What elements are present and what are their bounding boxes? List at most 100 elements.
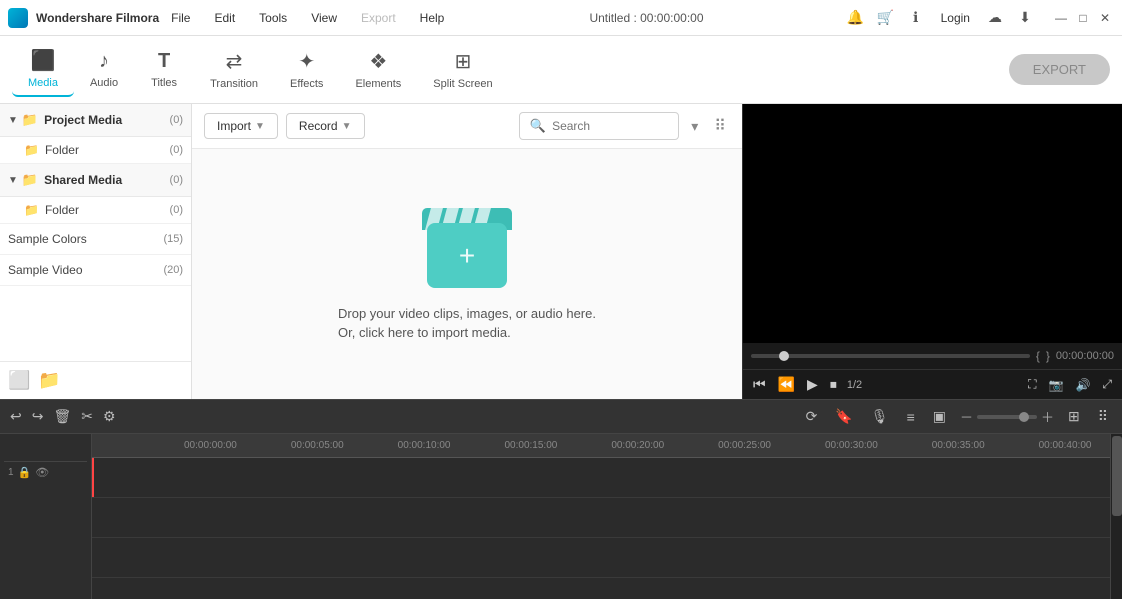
menu-edit[interactable]: Edit — [210, 9, 239, 27]
title-bar-left: Wondershare Filmora File Edit Tools View… — [8, 8, 448, 28]
menu-tools[interactable]: Tools — [255, 9, 291, 27]
login-button[interactable]: Login — [935, 9, 976, 27]
ruler-mark: 00:00:05:00 — [291, 440, 344, 451]
search-input[interactable] — [552, 119, 668, 133]
sidebar-item-project-folder[interactable]: 📁 Folder (0) — [0, 137, 191, 164]
main-area: ▼ 📁 Project Media (0) 📁 Folder (0) ▼ 📁 S… — [0, 104, 1122, 399]
volume-button[interactable]: 🔊 — [1073, 376, 1092, 394]
toolbar-effects-label: Effects — [290, 78, 323, 90]
timeline-tracks — [92, 458, 1110, 599]
toolbar-audio-label: Audio — [90, 77, 118, 89]
track-row-3 — [92, 538, 1110, 578]
undo-button[interactable]: ↩ — [10, 408, 22, 425]
playhead — [92, 458, 94, 497]
toolbar-audio[interactable]: ♪ Audio — [74, 44, 134, 95]
transition-icon: ⇄ — [226, 49, 243, 74]
minimize-button[interactable]: — — [1052, 9, 1070, 27]
screenshot-button[interactable]: 📷 — [1046, 376, 1065, 394]
sidebar-item-sample-video[interactable]: Sample Video (20) — [0, 255, 191, 286]
zoom-slider[interactable] — [977, 415, 1037, 419]
toolbar-splitscreen[interactable]: ⊞ Split Screen — [417, 43, 508, 96]
toolbar-transition[interactable]: ⇄ Transition — [194, 43, 274, 96]
play-button[interactable]: ▶ — [805, 374, 820, 395]
drag-handle[interactable]: ⠿ — [1094, 406, 1112, 427]
drop-zone[interactable]: + Drop your video clips, images, or audi… — [192, 149, 742, 399]
fit-timeline-button[interactable]: ⊞ — [1064, 406, 1084, 427]
toolbar-media[interactable]: ⬛ Media — [12, 42, 74, 97]
track-row-2 — [92, 498, 1110, 538]
toolbar-transition-label: Transition — [210, 78, 258, 90]
import-label: Import — [217, 119, 251, 133]
export-button[interactable]: EXPORT — [1009, 54, 1110, 85]
zoom-thumb[interactable] — [1019, 412, 1029, 422]
info-icon[interactable]: ℹ — [905, 7, 927, 29]
cloud-icon[interactable]: ☁ — [984, 7, 1006, 29]
speed-selector[interactable]: 1/2 — [847, 379, 862, 391]
maximize-button[interactable]: □ — [1074, 9, 1092, 27]
menu-file[interactable]: File — [167, 9, 194, 27]
toolbar-effects[interactable]: ✦ Effects — [274, 43, 339, 96]
titles-icon: T — [158, 50, 170, 73]
step-back-button[interactable]: ⏪ — [776, 374, 797, 395]
segment-icon[interactable]: ≡ — [903, 407, 919, 427]
notification-icon[interactable]: 🔔 — [845, 7, 867, 29]
redo-button[interactable]: ↪ — [32, 408, 44, 425]
preview-progress-bar[interactable] — [751, 354, 1030, 358]
menu-help[interactable]: Help — [416, 9, 449, 27]
timeline-toolbar: ↩ ↪ 🗑 ✂ ⚙ ⟳ 🔖 🎙 ≡ ▣ － ＋ ⊞ ⠿ — [0, 399, 1122, 434]
drop-text-line1: Drop your video clips, images, or audio … — [338, 304, 596, 325]
record-dropdown[interactable]: Record ▼ — [286, 113, 365, 139]
stop-button[interactable]: ⏹ — [828, 374, 839, 395]
record-label: Record — [299, 119, 338, 133]
app-name: Wondershare Filmora — [36, 11, 159, 25]
filter-icon[interactable]: ▾ — [687, 114, 702, 139]
bookmark-icon[interactable]: 🔖 — [831, 406, 856, 427]
main-toolbar: ⬛ Media ♪ Audio T Titles ⇄ Transition ✦ … — [0, 36, 1122, 104]
sidebar-section-shared-media[interactable]: ▼ 📁 Shared Media (0) — [0, 164, 191, 197]
content-toolbar: Import ▼ Record ▼ 🔍 ▾ ⠿ — [192, 104, 742, 149]
app-logo — [8, 8, 28, 28]
filter-button[interactable]: ⚙ — [103, 408, 116, 425]
lock-track-button[interactable]: 🔒 — [18, 466, 32, 479]
settings-button[interactable]: ⤢ — [1100, 375, 1114, 394]
ruler-mark: 00:00:30:00 — [825, 440, 878, 451]
splitscreen-icon: ⊞ — [455, 49, 472, 74]
search-box[interactable]: 🔍 — [519, 112, 679, 140]
timeline-scrollbar[interactable] — [1110, 434, 1122, 599]
sidebar-section-project-media[interactable]: ▼ 📁 Project Media (0) — [0, 104, 191, 137]
fullscreen-button[interactable]: ⛶ — [1026, 375, 1038, 394]
mute-track-button[interactable]: 👁 — [35, 466, 49, 479]
sidebar-item-shared-folder[interactable]: 📁 Folder (0) — [0, 197, 191, 224]
go-to-start-button[interactable]: ⏮ — [751, 374, 768, 395]
toolbar-elements[interactable]: ❖ Elements — [339, 43, 417, 96]
zoom-out-button[interactable]: － — [960, 407, 973, 426]
menu-export[interactable]: Export — [357, 9, 400, 27]
motion-icon[interactable]: ⟳ — [802, 406, 822, 427]
grid-view-icon[interactable]: ⠿ — [710, 112, 730, 140]
media-icon: ⬛ — [31, 48, 56, 73]
track-controls-row: 1 🔒 👁 — [4, 462, 87, 483]
close-button[interactable]: ✕ — [1096, 9, 1114, 27]
download-icon[interactable]: ⬇ — [1014, 7, 1036, 29]
project-folder-label: Folder — [45, 143, 170, 157]
menu-bar: File Edit Tools View Export Help — [167, 9, 448, 27]
sample-colors-count: (15) — [163, 233, 183, 245]
sidebar: ▼ 📁 Project Media (0) 📁 Folder (0) ▼ 📁 S… — [0, 104, 192, 399]
add-item-button[interactable]: 📁 — [38, 370, 60, 391]
sidebar-item-sample-colors[interactable]: Sample Colors (15) — [0, 224, 191, 255]
preview-thumb[interactable] — [779, 351, 789, 361]
timeline-right: 00:00:00:0000:00:05:0000:00:10:0000:00:1… — [92, 434, 1110, 599]
menu-view[interactable]: View — [307, 9, 341, 27]
timeline-body: 1 🔒 👁 00:00:00:0000:00:05:0000:00:10:000… — [0, 434, 1122, 599]
import-dropdown[interactable]: Import ▼ — [204, 113, 278, 139]
toolbar-titles[interactable]: T Titles — [134, 44, 194, 95]
cart-icon[interactable]: 🛒 — [875, 7, 897, 29]
record-icon[interactable]: 🎙 — [867, 406, 893, 427]
delete-button[interactable]: 🗑 — [53, 408, 71, 425]
timeline-scrollbar-thumb[interactable] — [1112, 436, 1122, 516]
zoom-in-button[interactable]: ＋ — [1041, 407, 1054, 426]
ruler-mark: 00:00:40:00 — [1039, 440, 1092, 451]
new-folder-button[interactable]: ⬜ — [8, 370, 30, 391]
thumbnail-icon[interactable]: ▣ — [929, 406, 950, 427]
cut-button[interactable]: ✂ — [81, 408, 93, 425]
